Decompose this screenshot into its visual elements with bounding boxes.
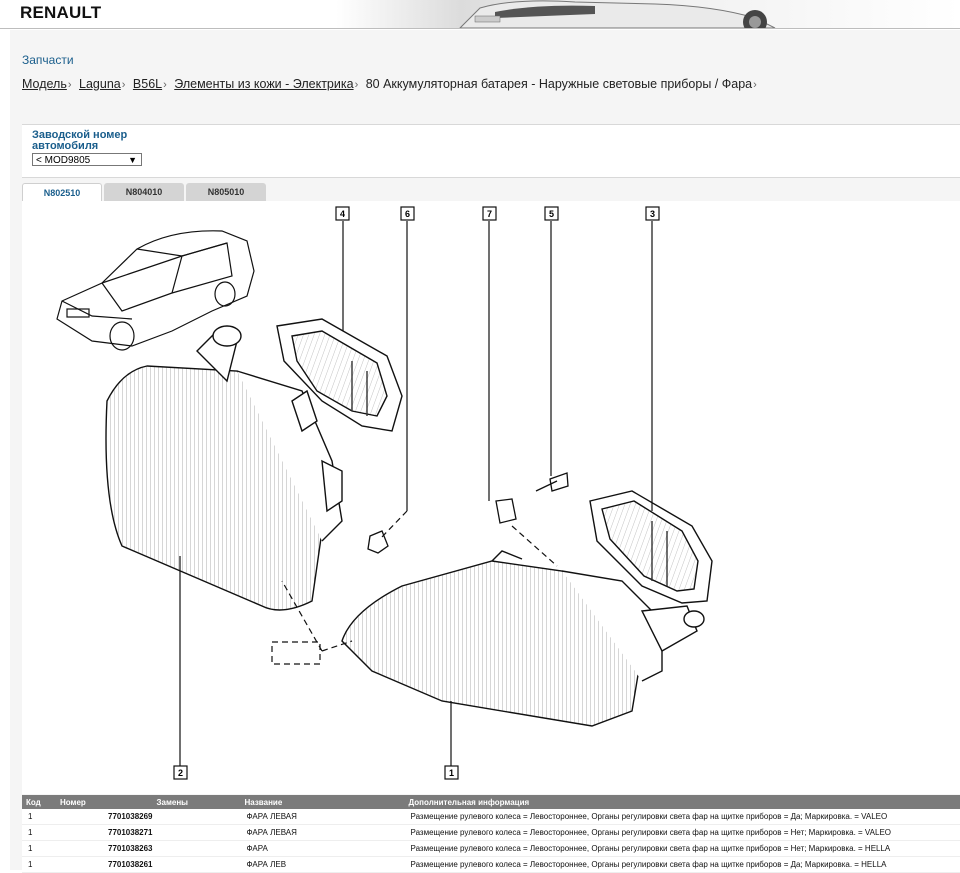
screw-5: [536, 473, 568, 491]
table-row[interactable]: 1 7701038271 ФАРА ЛЕВАЯ Размещение рулев…: [22, 825, 960, 841]
cell-info: Размещение рулевого колеса = Левосторонн…: [405, 841, 960, 857]
cell-replacements: [153, 809, 241, 825]
breadcrumb: Модель› Laguna› B56L› Элементы из кожи -…: [22, 77, 761, 91]
dropdown-arrow-icon: ▼: [128, 154, 137, 167]
section-title[interactable]: Запчасти: [22, 53, 74, 67]
tab-n804010[interactable]: N804010: [104, 183, 184, 201]
callout-4[interactable]: 4: [336, 207, 349, 220]
table-row[interactable]: 1 7701038263 ФАРА Размещение рулевого ко…: [22, 841, 960, 857]
callout-6[interactable]: 6: [401, 207, 414, 220]
cell-replacements: [153, 841, 241, 857]
breadcrumb-model[interactable]: Модель: [22, 77, 67, 91]
top-bar: RENAULT: [0, 0, 960, 29]
col-header-number: Номер: [56, 795, 153, 809]
breadcrumb-separator: ›: [68, 79, 72, 91]
tab-n802510[interactable]: N802510: [22, 183, 102, 201]
col-header-code: Код: [22, 795, 56, 809]
callout-1-label: 1: [449, 768, 454, 778]
cell-info: Размещение рулевого колеса = Левосторонн…: [405, 809, 960, 825]
breadcrumb-separator: ›: [163, 79, 167, 91]
cell-code: 1: [22, 809, 56, 825]
callout-2[interactable]: 2: [174, 766, 187, 779]
col-header-replacements: Замены: [153, 795, 241, 809]
cell-name: ФАРА: [241, 841, 405, 857]
vin-select[interactable]: < MOD9805 ▼: [32, 153, 142, 166]
callout-3-label: 3: [650, 209, 655, 219]
callout-7-label: 7: [487, 209, 492, 219]
breadcrumb-laguna[interactable]: Laguna: [79, 77, 121, 91]
tab-n805010[interactable]: N805010: [186, 183, 266, 201]
callout-6-label: 6: [405, 209, 410, 219]
cell-number[interactable]: 7701038269: [56, 809, 153, 825]
cell-name: ФАРА ЛЕВАЯ: [241, 809, 405, 825]
parts-table: Код Номер Замены Название Дополнительная…: [22, 795, 960, 873]
fastener-parts: [368, 473, 568, 553]
table-row[interactable]: 1 7701038261 ФАРА ЛЕВ Размещение рулевог…: [22, 857, 960, 873]
callout-7[interactable]: 7: [483, 207, 496, 220]
vin-selected-value: < MOD9805: [36, 155, 90, 166]
breadcrumb-separator: ›: [122, 79, 126, 91]
cell-replacements: [153, 825, 241, 841]
breadcrumb-b56l[interactable]: B56L: [133, 77, 162, 91]
cell-replacements: [153, 857, 241, 873]
parts-diagram: 4 6 7 5 3 2 1: [22, 201, 960, 794]
breadcrumb-category[interactable]: Элементы из кожи - Электрика: [174, 77, 353, 91]
callout-2-label: 2: [178, 768, 183, 778]
col-header-name: Название: [241, 795, 405, 809]
callout-5-label: 5: [549, 209, 554, 219]
vin-panel: Заводской номер автомобиля < MOD9805 ▼: [22, 124, 960, 178]
cell-number[interactable]: 7701038261: [56, 857, 153, 873]
cell-info: Размещение рулевого колеса = Левосторонн…: [405, 825, 960, 841]
callout-1[interactable]: 1: [445, 766, 458, 779]
cell-code: 1: [22, 857, 56, 873]
breadcrumb-current: 80 Аккумуляторная батарея - Наружные све…: [366, 77, 752, 91]
cell-code: 1: [22, 825, 56, 841]
cell-name: ФАРА ЛЕВ: [241, 857, 405, 873]
callout-5[interactable]: 5: [545, 207, 558, 220]
cell-number[interactable]: 7701038271: [56, 825, 153, 841]
callout-3[interactable]: 3: [646, 207, 659, 220]
cell-number[interactable]: 7701038263: [56, 841, 153, 857]
cell-info: Размещение рулевого колеса = Левосторонн…: [405, 857, 960, 873]
clip-7: [496, 499, 516, 523]
callout-4-label: 4: [340, 209, 345, 219]
col-header-info: Дополнительная информация: [405, 795, 960, 809]
table-row[interactable]: 1 7701038269 ФАРА ЛЕВАЯ Размещение рулев…: [22, 809, 960, 825]
headlight-exploded-view: 4 6 7 5 3 2 1: [22, 201, 960, 794]
cell-name: ФАРА ЛЕВАЯ: [241, 825, 405, 841]
breadcrumb-separator: ›: [355, 79, 359, 91]
cell-code: 1: [22, 841, 56, 857]
table-header-row: Код Номер Замены Название Дополнительная…: [22, 795, 960, 809]
breadcrumb-separator: ›: [753, 79, 757, 91]
header-car-image: [455, 0, 785, 28]
renault-logo[interactable]: RENAULT: [20, 3, 101, 23]
vin-label: Заводской номер автомобиля: [32, 130, 142, 152]
